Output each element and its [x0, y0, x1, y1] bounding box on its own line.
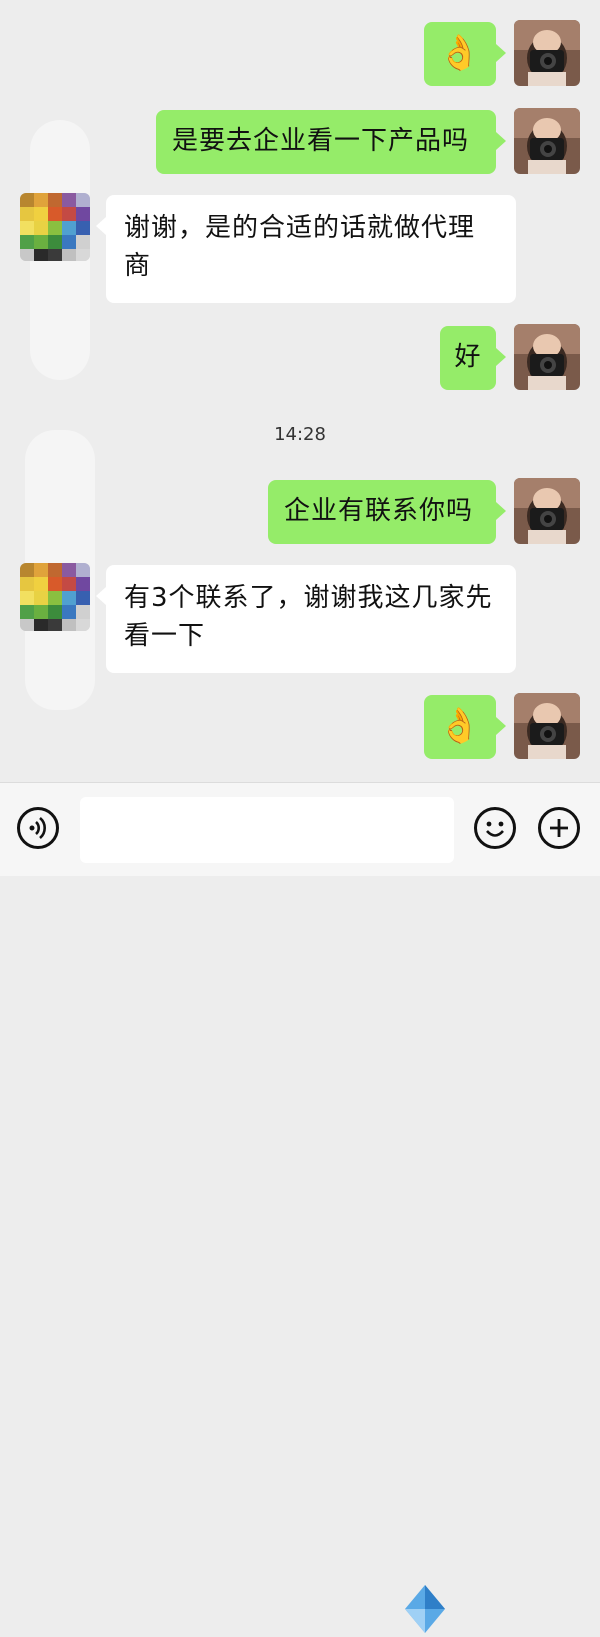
- message-row: 👌: [0, 693, 600, 763]
- message-input[interactable]: [80, 797, 454, 863]
- bubble-tail: [496, 44, 506, 62]
- message-text-line: 看一下: [124, 621, 206, 651]
- plus-icon[interactable]: [538, 807, 580, 849]
- message-bubble[interactable]: 谢谢，是的合适的话就做代理 商: [106, 195, 516, 303]
- message-row: 好: [0, 324, 600, 394]
- avatar[interactable]: [514, 478, 580, 544]
- message-bubble[interactable]: 有3个联系了，谢谢我这几家先 看一下: [106, 565, 516, 673]
- ok-hand-emoji: 👌: [438, 706, 482, 746]
- input-bar: [0, 782, 600, 1633]
- bubble-tail: [96, 587, 106, 605]
- message-row: 是要去企业看一下产品吗: [0, 108, 600, 178]
- avatar[interactable]: [514, 20, 580, 86]
- message-bubble[interactable]: 企业有联系你吗: [268, 480, 496, 544]
- bubble-tail: [496, 348, 506, 366]
- emoji-icon[interactable]: [474, 807, 516, 849]
- bubble-tail: [496, 717, 506, 735]
- avatar[interactable]: [20, 193, 90, 261]
- message-timestamp: 14:28: [274, 424, 326, 445]
- watermark-logo: [405, 1585, 445, 1633]
- avatar[interactable]: [514, 693, 580, 759]
- voice-icon[interactable]: [17, 807, 59, 849]
- message-text-line: 有3个联系了，谢谢我这几家先: [124, 583, 493, 613]
- avatar[interactable]: [20, 563, 90, 631]
- message-bubble[interactable]: 是要去企业看一下产品吗: [156, 110, 496, 174]
- message-text: 好: [454, 342, 482, 372]
- avatar[interactable]: [514, 324, 580, 390]
- bubble-tail: [496, 132, 506, 150]
- bubble-tail: [496, 502, 506, 520]
- message-row: 有3个联系了，谢谢我这几家先 看一下: [0, 563, 600, 675]
- message-text-line: 谢谢，是的合适的话就做代理: [124, 213, 476, 243]
- avatar[interactable]: [514, 108, 580, 174]
- chat-area[interactable]: 👌 是要去企业看一下产品吗 谢谢，是的合适的话就做代理 商 好 14:28 企业…: [0, 0, 600, 782]
- message-row: 谢谢，是的合适的话就做代理 商: [0, 193, 600, 305]
- message-row: 企业有联系你吗: [0, 478, 600, 548]
- message-text-line: 商: [124, 251, 152, 281]
- message-bubble[interactable]: 👌: [424, 695, 496, 759]
- message-bubble[interactable]: 👌: [424, 22, 496, 86]
- bubble-tail: [96, 217, 106, 235]
- message-text: 企业有联系你吗: [284, 496, 474, 526]
- message-text: 是要去企业看一下产品吗: [172, 126, 470, 156]
- message-row: 👌: [0, 20, 600, 90]
- message-bubble[interactable]: 好: [440, 326, 496, 390]
- ok-hand-emoji: 👌: [438, 33, 482, 73]
